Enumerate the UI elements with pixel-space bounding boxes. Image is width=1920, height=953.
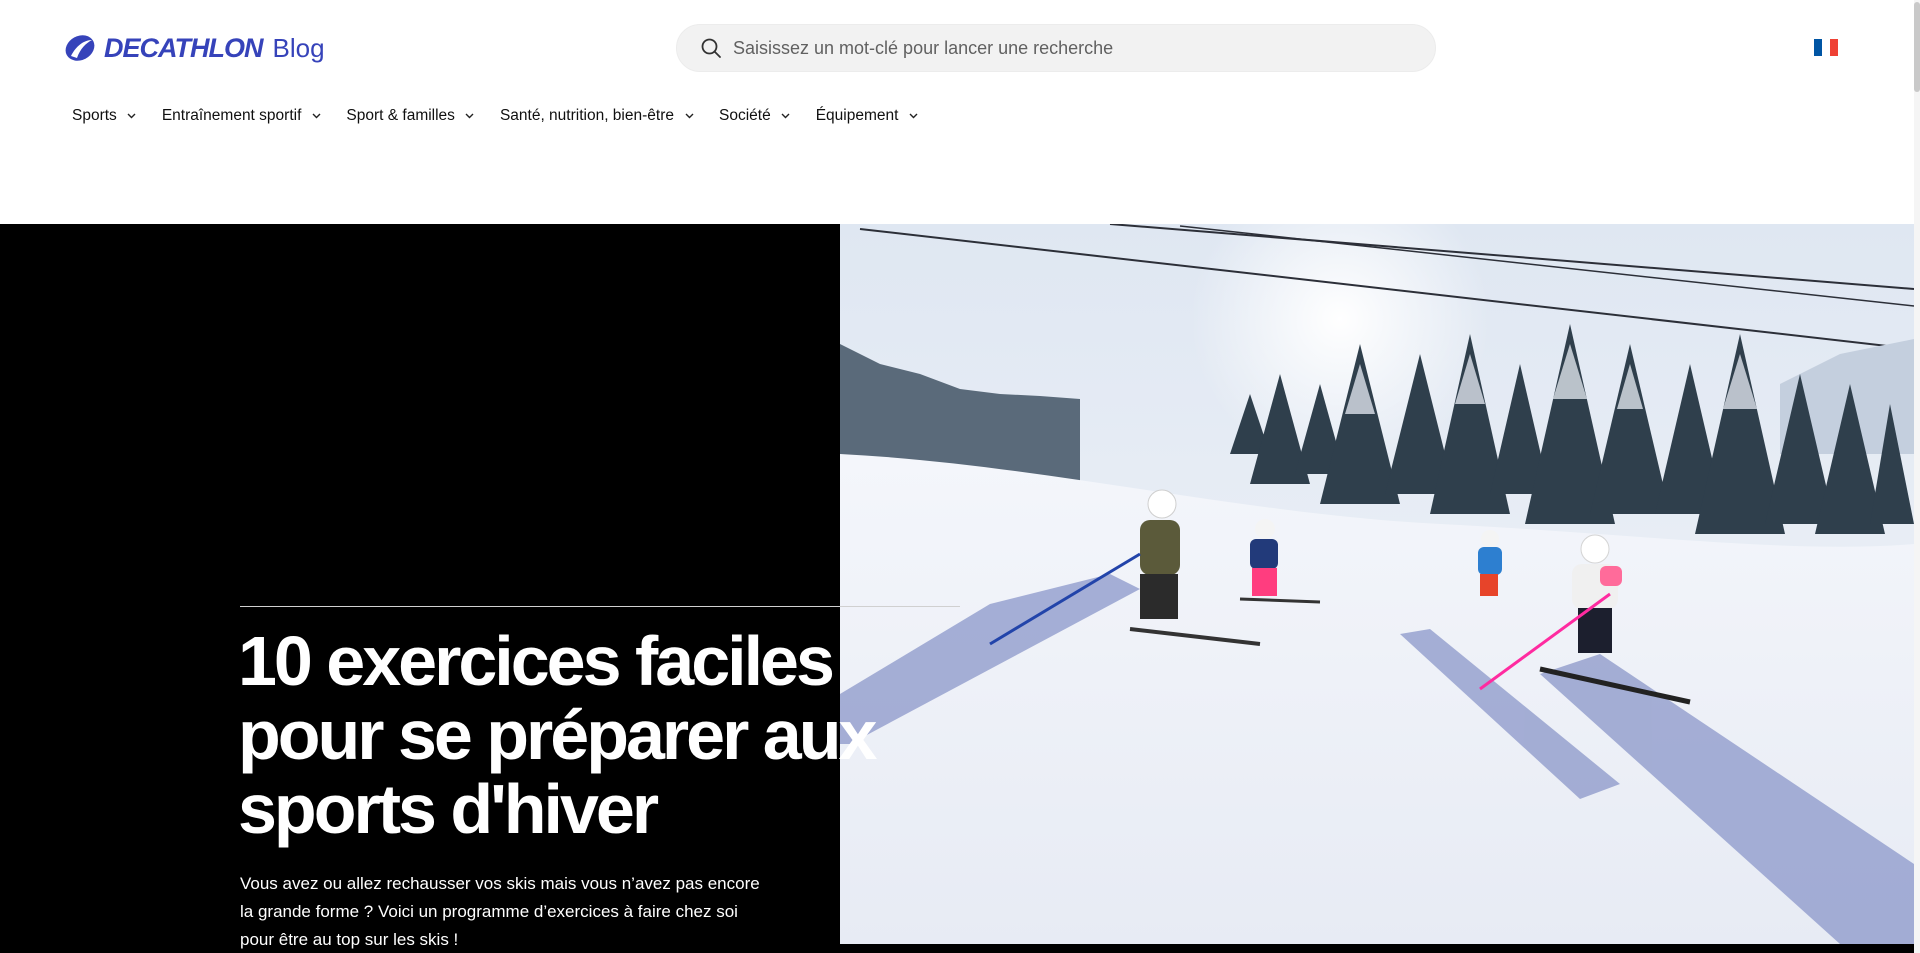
nav-item-label: Entraînement sportif xyxy=(161,107,302,124)
search-icon xyxy=(699,36,723,60)
hero-banner: 10 exercices faciles pour se préparer au… xyxy=(0,224,1914,953)
nav-item-sport-familles[interactable]: Sport & familles xyxy=(346,107,475,125)
hero-divider xyxy=(240,606,960,607)
nav-item-societe[interactable]: Société xyxy=(719,107,791,125)
nav-item-label: Sports xyxy=(72,107,117,124)
chevron-down-icon xyxy=(311,111,321,121)
france-flag-icon[interactable] xyxy=(1814,39,1838,56)
decathlon-blog-logo[interactable]: DECATHLON Blog xyxy=(64,32,325,64)
nav-item-sports[interactable]: Sports xyxy=(72,107,137,125)
logo-blog-label: Blog xyxy=(272,32,325,63)
nav-item-equipement[interactable]: Équipement xyxy=(816,107,919,125)
chevron-down-icon xyxy=(781,111,791,121)
nav-item-label: Société xyxy=(719,107,771,124)
nav-item-sante[interactable]: Santé, nutrition, bien-être xyxy=(500,107,694,125)
logo-brand: DECATHLON xyxy=(104,32,263,63)
chevron-down-icon xyxy=(465,111,475,121)
nav-item-entrainement[interactable]: Entraînement sportif xyxy=(162,107,322,125)
search-bar[interactable] xyxy=(676,24,1436,72)
main-navigation: Sports Entraînement sportif Sport & fami… xyxy=(72,107,943,125)
article-title: 10 exercices faciles pour se préparer au… xyxy=(238,622,877,848)
site-header: DECATHLON Blog Sports Entraînement sport… xyxy=(0,0,1914,224)
nav-item-label: Sport & familles xyxy=(346,107,455,124)
family-skiing-photo xyxy=(840,224,1914,944)
chevron-down-icon xyxy=(127,111,137,121)
nav-item-label: Équipement xyxy=(815,107,899,124)
chevron-down-icon xyxy=(908,111,918,121)
search-input[interactable] xyxy=(731,36,1435,60)
nav-item-label: Santé, nutrition, bien-être xyxy=(499,107,674,124)
scrollbar-thumb[interactable] xyxy=(1914,2,1920,92)
article-description: Vous avez ou allez rechausser vos skis m… xyxy=(240,874,760,949)
chevron-down-icon xyxy=(684,111,694,121)
page-scrollbar[interactable] xyxy=(1914,0,1920,953)
decathlon-logo-icon xyxy=(65,35,95,61)
